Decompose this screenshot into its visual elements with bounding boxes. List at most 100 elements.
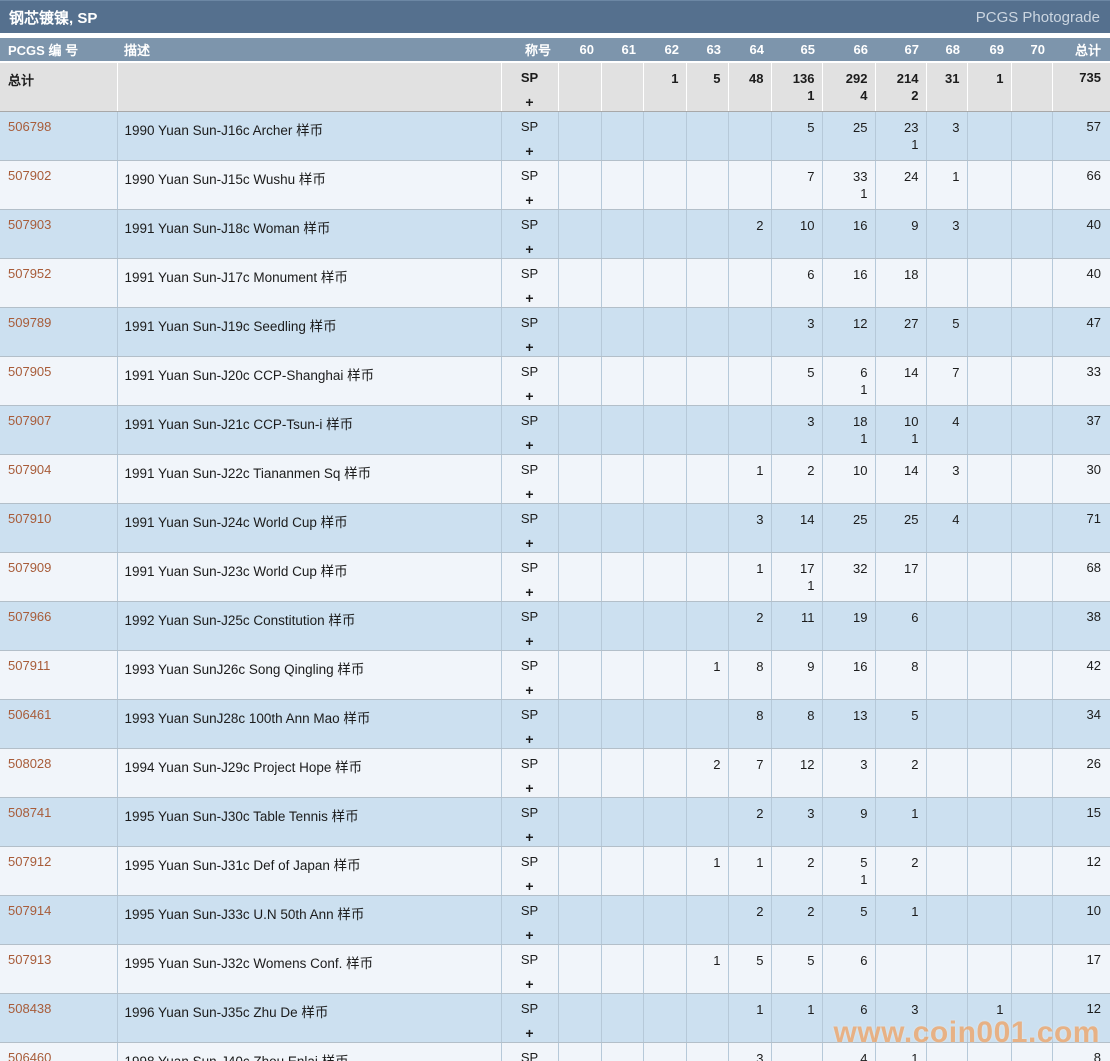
grade-66-cell: 16 (822, 258, 876, 308)
pcgs-number-link[interactable]: 509789 (8, 315, 51, 330)
grade-count (968, 168, 1004, 185)
grade-plus-count: 4 (860, 88, 868, 103)
grade-count (602, 511, 636, 528)
plus-designation-label: + (525, 290, 534, 306)
grade-61-cell (601, 601, 644, 651)
grade-count: 1 (952, 169, 960, 184)
grade-69-cell (967, 454, 1012, 504)
grade-count (644, 560, 679, 577)
pcgs-number-link[interactable]: 507903 (8, 217, 51, 232)
grade-plus-count: 1 (860, 431, 868, 446)
designation-cell: SP + (501, 62, 559, 112)
grade-65-cell: 7 (771, 160, 823, 210)
grade-63-cell (686, 454, 729, 504)
grade-65-cell: 10 (771, 209, 823, 259)
grade-62-cell (643, 454, 687, 504)
grade-count: 8 (911, 659, 919, 674)
grade-61-cell (601, 699, 644, 749)
grade-65-cell: 3 (771, 797, 823, 847)
designation-cell: SP + (501, 111, 559, 161)
grade-count (644, 315, 679, 332)
pcgs-number-link[interactable]: 507913 (8, 952, 51, 967)
pcgs-number-link[interactable]: 507911 (8, 658, 50, 673)
pcgs-number-link[interactable]: 507910 (8, 511, 51, 526)
description-cell: 1995 Yuan Sun-J33c U.N 50th Ann 样币 (117, 895, 502, 945)
designation-cell: SP + (501, 405, 559, 455)
grade-68-cell: 4 (926, 405, 968, 455)
grade-count (687, 119, 721, 136)
pcgs-number-link[interactable]: 506461 (8, 707, 51, 722)
designation-label: SP (520, 903, 539, 918)
grade-count (602, 413, 636, 430)
grade-plus-count: 2 (911, 88, 919, 103)
plus-designation-label: + (525, 241, 534, 257)
grade-63-cell: 1 (686, 650, 729, 700)
rows-body: 506798 1990 Yuan Sun-J16c Archer 样币 SP +5 25… (0, 111, 1110, 1061)
grade-70-cell (1011, 601, 1053, 651)
description-cell: 1991 Yuan Sun-J20c CCP-Shanghai 样币 (117, 356, 502, 406)
pcgs-number-link[interactable]: 508741 (8, 805, 51, 820)
grade-60-cell (558, 944, 602, 994)
grade-count: 17 (800, 561, 815, 576)
description-cell: 1990 Yuan Sun-J16c Archer 样币 (117, 111, 502, 161)
pcgs-number-link[interactable]: 507907 (8, 413, 51, 428)
pcgs-number-link[interactable]: 507902 (8, 168, 51, 183)
grade-count (1012, 217, 1045, 234)
pcgs-number-link[interactable]: 507914 (8, 903, 51, 918)
pcgs-number-link[interactable]: 506460 (8, 1050, 51, 1061)
grade-68-cell (926, 601, 968, 651)
pcgs-number-link[interactable]: 506798 (8, 119, 51, 134)
pcgs-number-link[interactable]: 508438 (8, 1001, 51, 1016)
plus-designation-label: + (525, 780, 534, 796)
grade-64-cell: 7 (728, 748, 772, 798)
grade-count: 18 (853, 414, 868, 429)
table-row: 5064601998 Yuan Sun-J40c Zhou Enlai 样币SP… (0, 1042, 1110, 1061)
table-row: 507910 1991 Yuan Sun-J24c World Cup 样币 SP +… (0, 503, 1110, 553)
grade-69-cell (967, 699, 1012, 749)
pcgs-number-link[interactable]: 507904 (8, 462, 51, 477)
designation-cell: SP + (501, 356, 559, 406)
description-cell: 1998 Yuan Sun-J40c Zhou Enlai 样币 (117, 1042, 502, 1061)
plus-designation-label: + (525, 878, 534, 894)
grade-count (559, 903, 594, 920)
photograde-link[interactable]: PCGS Photograde (976, 9, 1100, 26)
pcgs-number-link[interactable]: 508028 (8, 756, 51, 771)
grade-count (687, 560, 721, 577)
grade-plus-count: 1 (860, 872, 868, 887)
grade-count (876, 952, 919, 969)
pcgs-number-link[interactable]: 507912 (8, 854, 51, 869)
grade-70-cell (1011, 552, 1053, 602)
grade-67-cell: 14 (875, 356, 927, 406)
pcgs-number-link[interactable]: 507966 (8, 609, 51, 624)
grade-count: 3 (807, 806, 815, 821)
grade-count (644, 364, 679, 381)
table-row: 507904 1991 Yuan Sun-J22c Tiananmen Sq 样币… (0, 454, 1110, 504)
pcgs-number-link[interactable]: 507952 (8, 266, 51, 281)
grade-66-cell: 5 (822, 895, 876, 945)
description-cell: 1995 Yuan Sun-J30c Table Tennis 样币 (117, 797, 502, 847)
grade-62-cell (643, 552, 687, 602)
grade-63-cell (686, 895, 729, 945)
designation-label: SP (520, 217, 539, 232)
pcgs-number-link[interactable]: 507909 (8, 560, 51, 575)
grade-count (602, 952, 636, 969)
grade-70-cell (1011, 258, 1053, 308)
grade-60-cell (558, 1042, 602, 1061)
table-row: 507905 1991 Yuan Sun-J20c CCP-Shanghai 样币… (0, 356, 1110, 406)
grade-count (559, 609, 594, 626)
grade-64-cell: 3 (728, 503, 772, 553)
grade-69-cell (967, 307, 1012, 357)
grade-67-cell: 25 (875, 503, 927, 553)
grade-65-cell: 17 1 (771, 552, 823, 602)
grade-count (968, 119, 1004, 136)
grade-count (927, 609, 960, 626)
grade-count (927, 266, 960, 283)
grade-67-cell: 23 1 (875, 111, 927, 161)
grade-count: 8 (756, 708, 764, 723)
grade-count (968, 658, 1004, 675)
grade-69-cell: 1 (967, 993, 1012, 1043)
pcgs-number-link[interactable]: 507905 (8, 364, 51, 379)
grade-69-cell (967, 650, 1012, 700)
grade-plus-count: 1 (807, 578, 815, 593)
row-total-cell: 12 (1052, 993, 1110, 1043)
